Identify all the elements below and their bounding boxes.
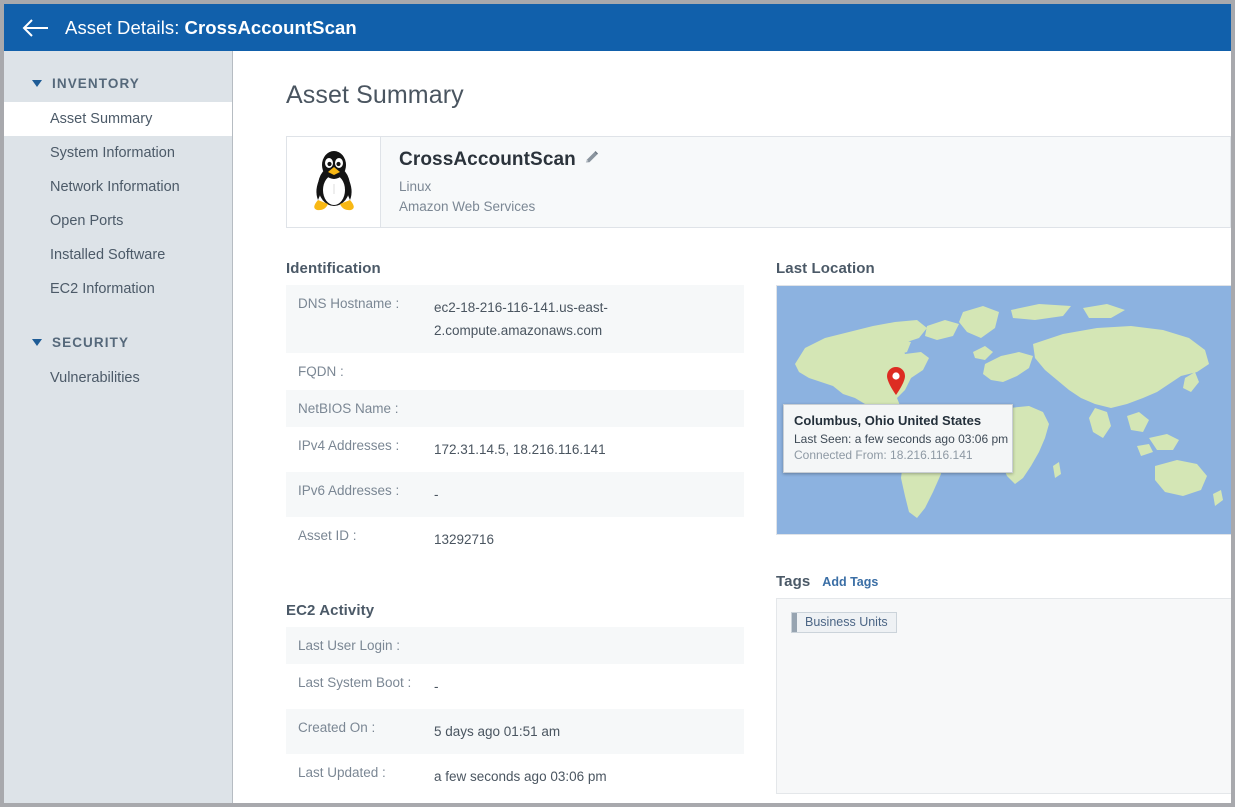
page-header-asset-name: CrossAccountScan xyxy=(184,16,357,38)
right-column: Last Location Columbus, Ohio United Stat… xyxy=(776,260,1231,799)
tag-chip-business-units[interactable]: Business Units xyxy=(791,612,897,633)
row-value: 172.31.14.5, 18.216.116.141 xyxy=(434,442,606,457)
sidebar-item-network-information[interactable]: Network Information xyxy=(4,170,232,204)
table-row: Created On : 5 days ago 01:51 am xyxy=(286,709,744,754)
tags-panel: Business Units xyxy=(776,598,1231,794)
asset-logo-container xyxy=(287,137,381,227)
arrow-left-icon xyxy=(20,17,50,39)
row-value: - xyxy=(434,679,439,694)
asset-name: CrossAccountScan xyxy=(399,149,576,170)
sidebar-item-label: Installed Software xyxy=(50,247,166,263)
ec2-activity-table: Last User Login : Last System Boot : - C… xyxy=(286,627,744,799)
table-row: IPv6 Addresses : - xyxy=(286,472,744,517)
page-header-prefix: Asset Details: xyxy=(65,16,180,38)
row-value: a few seconds ago 03:06 pm xyxy=(434,769,607,784)
table-row: DNS Hostname : ec2-18-216-116-141.us-eas… xyxy=(286,285,744,353)
row-key: IPv4 Addresses : xyxy=(298,438,400,453)
sidebar-item-label: EC2 Information xyxy=(50,281,155,297)
sidebar-group-label: INVENTORY xyxy=(52,76,140,91)
identification-section-title: Identification xyxy=(286,260,381,277)
add-tags-link[interactable]: Add Tags xyxy=(822,575,878,589)
row-key: Created On : xyxy=(298,720,376,735)
sidebar-group-inventory[interactable]: INVENTORY xyxy=(4,65,232,102)
row-key: FQDN : xyxy=(298,364,344,379)
sidebar-item-label: Vulnerabilities xyxy=(50,370,140,386)
sidebar-item-label: Open Ports xyxy=(50,213,124,229)
table-row: Asset ID : 13292716 xyxy=(286,517,744,562)
app-window: Asset Details: CrossAccountScan INVENTORY… xyxy=(4,4,1231,803)
tags-header: Tags Add Tags xyxy=(776,573,1231,590)
asset-info: CrossAccountScan Linux Amazon Web Servic… xyxy=(381,137,599,227)
sidebar-group-label: SECURITY xyxy=(52,335,130,350)
asset-identity-card: CrossAccountScan Linux Amazon Web Servic… xyxy=(286,136,1231,228)
sidebar-item-vulnerabilities[interactable]: Vulnerabilities xyxy=(4,361,232,395)
page-header-bar: Asset Details: CrossAccountScan xyxy=(4,4,1231,51)
back-button[interactable] xyxy=(18,11,52,45)
linux-penguin-icon xyxy=(308,148,360,217)
last-location-map[interactable]: Columbus, Ohio United States Last Seen: … xyxy=(776,285,1231,535)
row-value xyxy=(434,390,744,427)
row-key: Last User Login : xyxy=(298,638,401,653)
row-key: DNS Hostname : xyxy=(298,296,400,311)
sidebar-group-security[interactable]: SECURITY xyxy=(4,324,232,361)
chevron-down-icon xyxy=(32,339,42,346)
asset-provider: Amazon Web Services xyxy=(399,199,536,214)
table-row: Last System Boot : - xyxy=(286,664,744,709)
asset-os: Linux xyxy=(399,179,432,194)
sidebar-item-asset-summary[interactable]: Asset Summary xyxy=(4,102,232,136)
table-row: Last Updated : a few seconds ago 03:06 p… xyxy=(286,754,744,799)
sidebar-item-label: Network Information xyxy=(50,179,180,195)
sidebar-item-system-information[interactable]: System Information xyxy=(4,136,232,170)
row-key: Asset ID : xyxy=(298,528,357,543)
page-title: Asset Summary xyxy=(286,81,464,109)
row-key: Last Updated : xyxy=(298,765,386,780)
map-pin-icon xyxy=(885,366,907,396)
left-column: Identification DNS Hostname : ec2-18-216… xyxy=(286,260,746,799)
map-location-tooltip: Columbus, Ohio United States Last Seen: … xyxy=(783,404,1013,473)
main-content: Asset Summary CrossAccountScan Linux Ama… xyxy=(234,51,1231,803)
chevron-down-icon xyxy=(32,80,42,87)
tooltip-connected-from: Connected From: 18.216.116.141 xyxy=(794,448,973,462)
ec2-activity-section-title: EC2 Activity xyxy=(286,602,375,619)
tooltip-place: Columbus, Ohio United States xyxy=(794,413,982,428)
sidebar-nav: INVENTORY Asset Summary System Informati… xyxy=(4,51,233,803)
row-value: 5 days ago 01:51 am xyxy=(434,724,561,739)
sidebar-item-installed-software[interactable]: Installed Software xyxy=(4,238,232,272)
row-value xyxy=(434,627,744,664)
summary-columns: Identification DNS Hostname : ec2-18-216… xyxy=(286,260,1231,799)
table-row: FQDN : xyxy=(286,353,744,390)
sidebar-item-open-ports[interactable]: Open Ports xyxy=(4,204,232,238)
row-key: IPv6 Addresses : xyxy=(298,483,400,498)
asset-name-row: CrossAccountScan xyxy=(399,149,599,171)
last-location-section-title: Last Location xyxy=(776,260,875,277)
sidebar-item-label: Asset Summary xyxy=(50,111,153,127)
tag-label: Business Units xyxy=(805,615,888,629)
page-header-title: Asset Details: CrossAccountScan xyxy=(65,17,357,39)
tags-section-title: Tags xyxy=(776,573,811,590)
identification-table: DNS Hostname : ec2-18-216-116-141.us-eas… xyxy=(286,285,744,562)
row-value: ec2-18-216-116-141.us-east-2.compute.ama… xyxy=(434,300,608,338)
row-value: 13292716 xyxy=(434,532,495,547)
sidebar-item-ec2-information[interactable]: EC2 Information xyxy=(4,272,232,306)
row-key: NetBIOS Name : xyxy=(298,401,399,416)
pencil-edit-icon[interactable] xyxy=(584,150,599,170)
tooltip-last-seen: Last Seen: a few seconds ago 03:06 pm xyxy=(794,432,1009,446)
table-row: Last User Login : xyxy=(286,627,744,664)
table-row: IPv4 Addresses : 172.31.14.5, 18.216.116… xyxy=(286,427,744,472)
row-value: - xyxy=(434,487,439,502)
row-value xyxy=(434,353,744,390)
sidebar-item-label: System Information xyxy=(50,145,175,161)
row-key: Last System Boot : xyxy=(298,675,412,690)
table-row: NetBIOS Name : xyxy=(286,390,744,427)
